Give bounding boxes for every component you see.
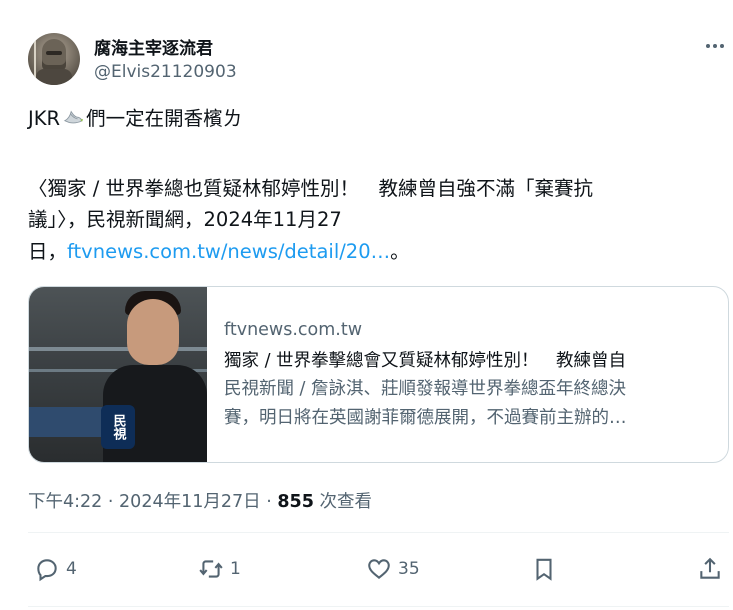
card-description-line-2: 賽，明日將在英國謝菲爾德展開，不過賽前主辦的…	[224, 408, 627, 428]
card-domain: ftvnews.com.tw	[224, 320, 363, 340]
meta-separator-2: ·	[266, 492, 272, 512]
reply-count: 4	[66, 559, 77, 579]
card-title: 獨家 / 世界拳擊總會又質疑林郁婷性別！ 教練曾自	[224, 351, 627, 371]
retweet-button[interactable]: 1	[198, 556, 241, 582]
reply-button[interactable]: 4	[34, 556, 77, 582]
card-description-line-1: 民視新聞 / 詹詠淇、莊順發報導世界拳總盃年終總決	[224, 379, 627, 399]
tweet-text-line-2: 〈獨家 / 世界拳總也質疑林郁婷性別！ 教練曾自強不滿「棄賽抗	[28, 177, 593, 200]
microphone-logo: 民視	[101, 405, 135, 449]
like-icon	[368, 559, 390, 579]
view-label: 次查看	[319, 492, 372, 512]
tweet-text-prefix: JKR	[28, 107, 61, 130]
card-description: 民視新聞 / 詹詠淇、莊順發報導世界拳總盃年終總決 賽，明日將在英國謝菲爾德展開…	[224, 375, 716, 433]
like-count: 35	[398, 559, 420, 579]
tweet-text-line-1: JKR 們一定在開香檳ㄌ	[28, 104, 242, 134]
tweet-text-suffix: 們一定在開香檳ㄌ	[86, 107, 243, 130]
tweet-metadata: 下午4:22 · 2024年11月27日 · 855 次查看	[28, 488, 372, 513]
bookmark-button[interactable]	[531, 556, 557, 582]
share-icon	[700, 557, 720, 579]
dove-emoji	[63, 110, 84, 124]
more-icon[interactable]	[702, 36, 728, 56]
author-display-name[interactable]: 腐海主宰逐流君	[94, 34, 213, 59]
view-count: 855	[277, 492, 314, 512]
tweet-text-line-3: 議」〉，民視新聞網，2024年11月27	[28, 208, 342, 231]
tweet-time[interactable]: 下午4:22	[28, 492, 102, 512]
bookmark-icon	[536, 558, 552, 581]
tweet-text-line-4-prefix: 日，	[28, 240, 68, 263]
like-button[interactable]: 35	[366, 556, 420, 582]
share-button[interactable]	[697, 556, 723, 582]
tweet-text-line-4-suffix: 。	[390, 240, 410, 263]
card-thumbnail[interactable]: 民視	[29, 287, 207, 462]
tweet-date[interactable]: 2024年11月27日	[119, 492, 261, 512]
link-preview-card[interactable]: 民視 ftvnews.com.tw 獨家 / 世界拳擊總會又質疑林郁婷性別！ 教…	[28, 286, 729, 463]
author-handle[interactable]: @Elvis21120903	[94, 62, 237, 82]
tweet-text-line-4: 日，ftvnews.com.tw/news/detail/20…。	[28, 237, 410, 267]
retweet-icon	[199, 560, 223, 578]
meta-separator: ·	[107, 492, 114, 512]
tweet-link[interactable]: ftvnews.com.tw/news/detail/20…	[67, 240, 390, 263]
bottom-divider	[28, 606, 729, 607]
retweet-count: 1	[230, 559, 241, 579]
divider	[28, 532, 729, 533]
avatar[interactable]	[28, 33, 80, 85]
reply-icon	[37, 559, 57, 582]
